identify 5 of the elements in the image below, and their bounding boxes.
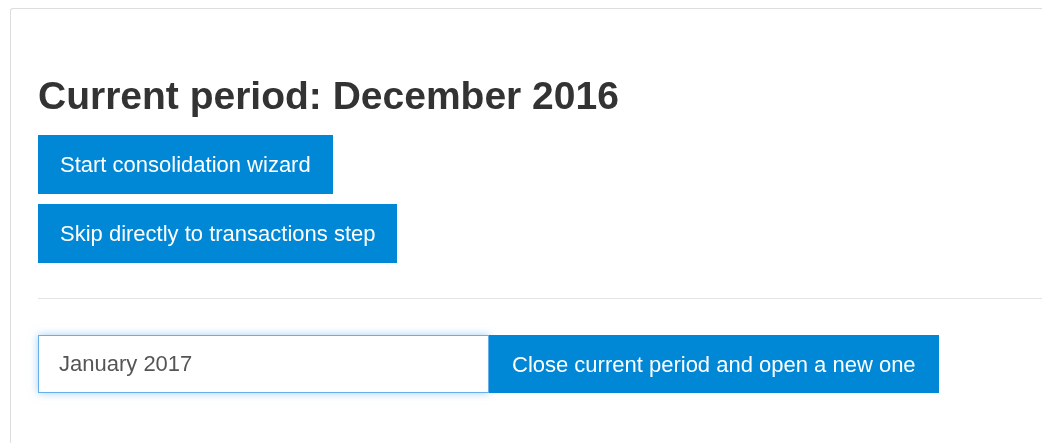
page-heading: Current period: December 2016 [38, 73, 620, 119]
period-input[interactable]: January 2017 [38, 335, 489, 393]
action-button[interactable]: Skip directly to transactions step [38, 204, 398, 263]
close-period-button[interactable]: Close current period and open a new one [489, 335, 939, 393]
action-button[interactable]: Start consolidation wizard [38, 135, 333, 194]
